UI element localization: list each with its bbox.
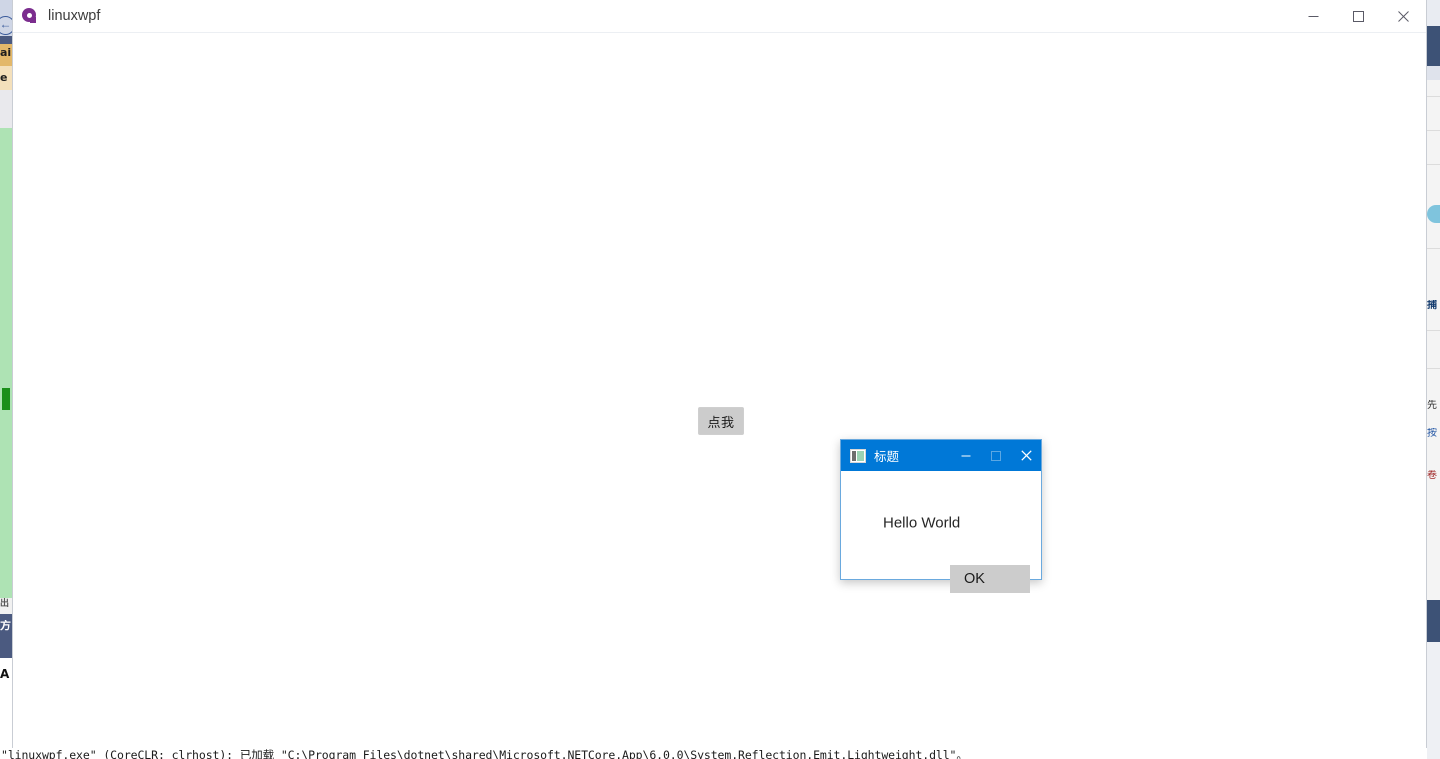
bg-glyph-b: e [0,72,8,84]
dialog-body: Hello World OK [841,471,1041,593]
bg-right-divider-2 [1427,130,1440,131]
bg-right-accent-2 [1427,600,1440,642]
app-logo-icon [22,8,38,24]
debug-output-line: "linuxwpf.exe" (CoreCLR: clrhost): 已加载 "… [1,748,968,759]
bg-right-divider-6 [1427,368,1440,369]
bg-right-glyph-a: 捕 [1427,300,1437,311]
close-icon [1020,450,1032,461]
bg-right-divider-3 [1427,164,1440,165]
bg-strip-pane [0,90,12,128]
click-me-button[interactable]: 点我 [698,407,744,435]
main-window-client-area: 点我 [13,33,1426,748]
bg-right-accent [1427,26,1440,66]
bg-right-footer [1427,642,1440,759]
minimize-icon [961,455,971,456]
maximize-icon [991,450,1001,461]
main-window-controls [1291,0,1426,32]
main-window-title: linuxwpf [48,8,101,24]
dialog-titlebar[interactable]: 标题 [841,440,1041,471]
dialog-title: 标题 [874,449,900,464]
bg-right-divider-1 [1427,96,1440,97]
bg-strip-marker [2,388,10,410]
dialog-window-icon [850,448,866,463]
bg-strip-diff-added [0,128,12,598]
message-dialog: 标题 Hello World OK [840,439,1042,593]
bg-glyph-e: A [0,668,10,680]
bg-right-divider-5 [1427,330,1440,331]
bg-right-glyph-b: 先 [1427,400,1437,411]
main-application-window: linuxwpf 点我 [12,0,1427,748]
dialog-minimize-button[interactable] [951,440,981,471]
bg-strip-accent [0,36,12,44]
bg-right-avatar [1427,205,1440,223]
maximize-button[interactable] [1336,0,1381,32]
bg-right-glyph-d: 卷 [1427,470,1437,481]
minimize-button[interactable] [1291,0,1336,32]
dialog-message-text: Hello World [883,514,961,532]
bg-right-header [1427,0,1440,26]
close-button[interactable] [1381,0,1426,32]
bg-glyph-c: 出 [0,599,10,609]
bg-glyph-d: 方 [0,620,11,632]
dialog-ok-button[interactable]: OK [950,565,1030,593]
bg-glyph-a: ai [0,47,12,59]
dialog-maximize-button[interactable] [981,440,1011,471]
bg-right-glyph-c: 按 [1427,428,1437,439]
dialog-close-button[interactable] [1011,440,1041,471]
minimize-icon [1308,15,1319,17]
maximize-icon [1353,10,1364,22]
close-icon [1398,10,1409,22]
bg-right-band [1427,66,1440,80]
dialog-window-controls [951,440,1041,471]
background-window-left-sliver[interactable]: ← ai e 出 方 A [0,0,15,759]
bg-right-divider-4 [1427,248,1440,249]
main-window-titlebar[interactable]: linuxwpf [13,0,1426,33]
